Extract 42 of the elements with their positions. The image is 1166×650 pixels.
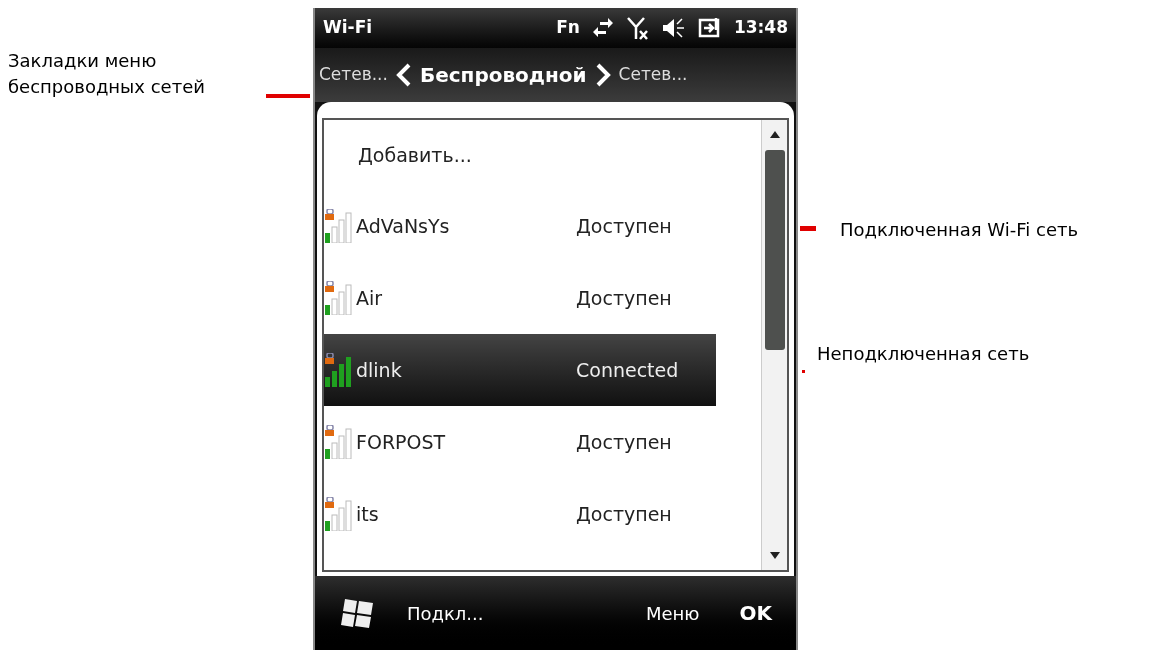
network-status: Доступен [576, 501, 672, 527]
network-row[interactable]: FORPOST Доступен [324, 406, 716, 478]
add-network-item[interactable]: Добавить... [358, 140, 472, 170]
locked-signal-icon [324, 497, 354, 531]
chevron-left-icon[interactable] [395, 63, 412, 87]
network-row[interactable]: dlink Connected [324, 334, 716, 406]
network-status: Connected [576, 357, 679, 383]
app-title: Wi-Fi [323, 16, 373, 40]
annotation-label: Неподключенная сеть [817, 342, 1030, 366]
network-status: Доступен [576, 429, 672, 455]
network-status: Доступен [576, 213, 672, 239]
fn-indicator: Fn [556, 16, 580, 40]
tab[interactable]: Сетев... [319, 62, 388, 88]
network-name: Air [356, 285, 384, 311]
data-arrows-icon [591, 17, 614, 39]
scrollbar[interactable] [761, 120, 787, 570]
soft-key[interactable]: OK [739, 598, 772, 628]
network-row[interactable]: AdVaNsYs Доступен [324, 190, 716, 262]
locked-signal-icon [324, 353, 354, 387]
speaker-icon [661, 17, 686, 39]
no-signal-icon [625, 16, 650, 40]
locked-signal-icon [324, 425, 354, 459]
scroll-thumb[interactable] [764, 150, 785, 350]
network-status: Доступен [576, 285, 672, 311]
annotation-label: Подключенная Wi-Fi сеть [840, 218, 1079, 242]
chevron-right-icon[interactable] [594, 63, 611, 87]
network-name: dlink [356, 357, 403, 383]
power-plug-icon [697, 17, 722, 39]
network-row[interactable]: its Доступен [324, 478, 716, 550]
tab[interactable]: Беспроводной [419, 60, 587, 90]
network-row[interactable]: Air Доступен [324, 262, 716, 334]
network-name: FORPOST [356, 429, 447, 455]
locked-signal-icon [324, 209, 354, 243]
clock: 13:48 [733, 16, 788, 40]
locked-signal-icon [324, 281, 354, 315]
network-name: its [356, 501, 380, 527]
windows-logo-icon[interactable] [339, 597, 375, 629]
soft-key[interactable]: Меню [645, 599, 700, 627]
annotation-label: Закладки меню беспроводных сетей [8, 49, 206, 99]
network-name: AdVaNsYs [356, 213, 451, 239]
soft-key[interactable]: Подкл... [407, 599, 484, 627]
tab[interactable]: Сетев... [618, 62, 688, 88]
